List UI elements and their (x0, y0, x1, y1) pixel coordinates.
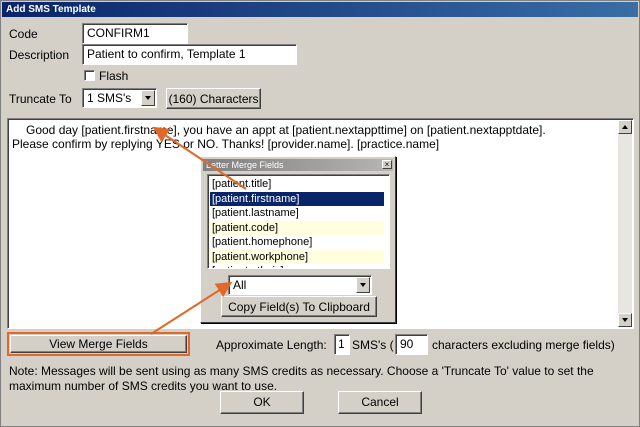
sms-credits-note: Note: Messages will be sent using as man… (9, 364, 594, 393)
cancel-button[interactable]: Cancel (338, 391, 422, 414)
view-merge-fields-button[interactable]: View Merge Fields (10, 335, 187, 353)
char-label: characters excluding merge fields) (432, 338, 615, 352)
add-sms-template-window: Add SMS Template Code CONFIRM1 Descripti… (0, 0, 640, 427)
char-count-field: 90 (395, 334, 428, 355)
arrow-to-merge-field (152, 126, 247, 190)
approx-length-label: Approximate Length: (216, 338, 327, 352)
sms-label: SMS's ( (352, 338, 394, 352)
arrow-to-popup (150, 281, 233, 335)
ok-button[interactable]: OK (220, 391, 304, 414)
sms-count-field: 1 (334, 334, 350, 355)
